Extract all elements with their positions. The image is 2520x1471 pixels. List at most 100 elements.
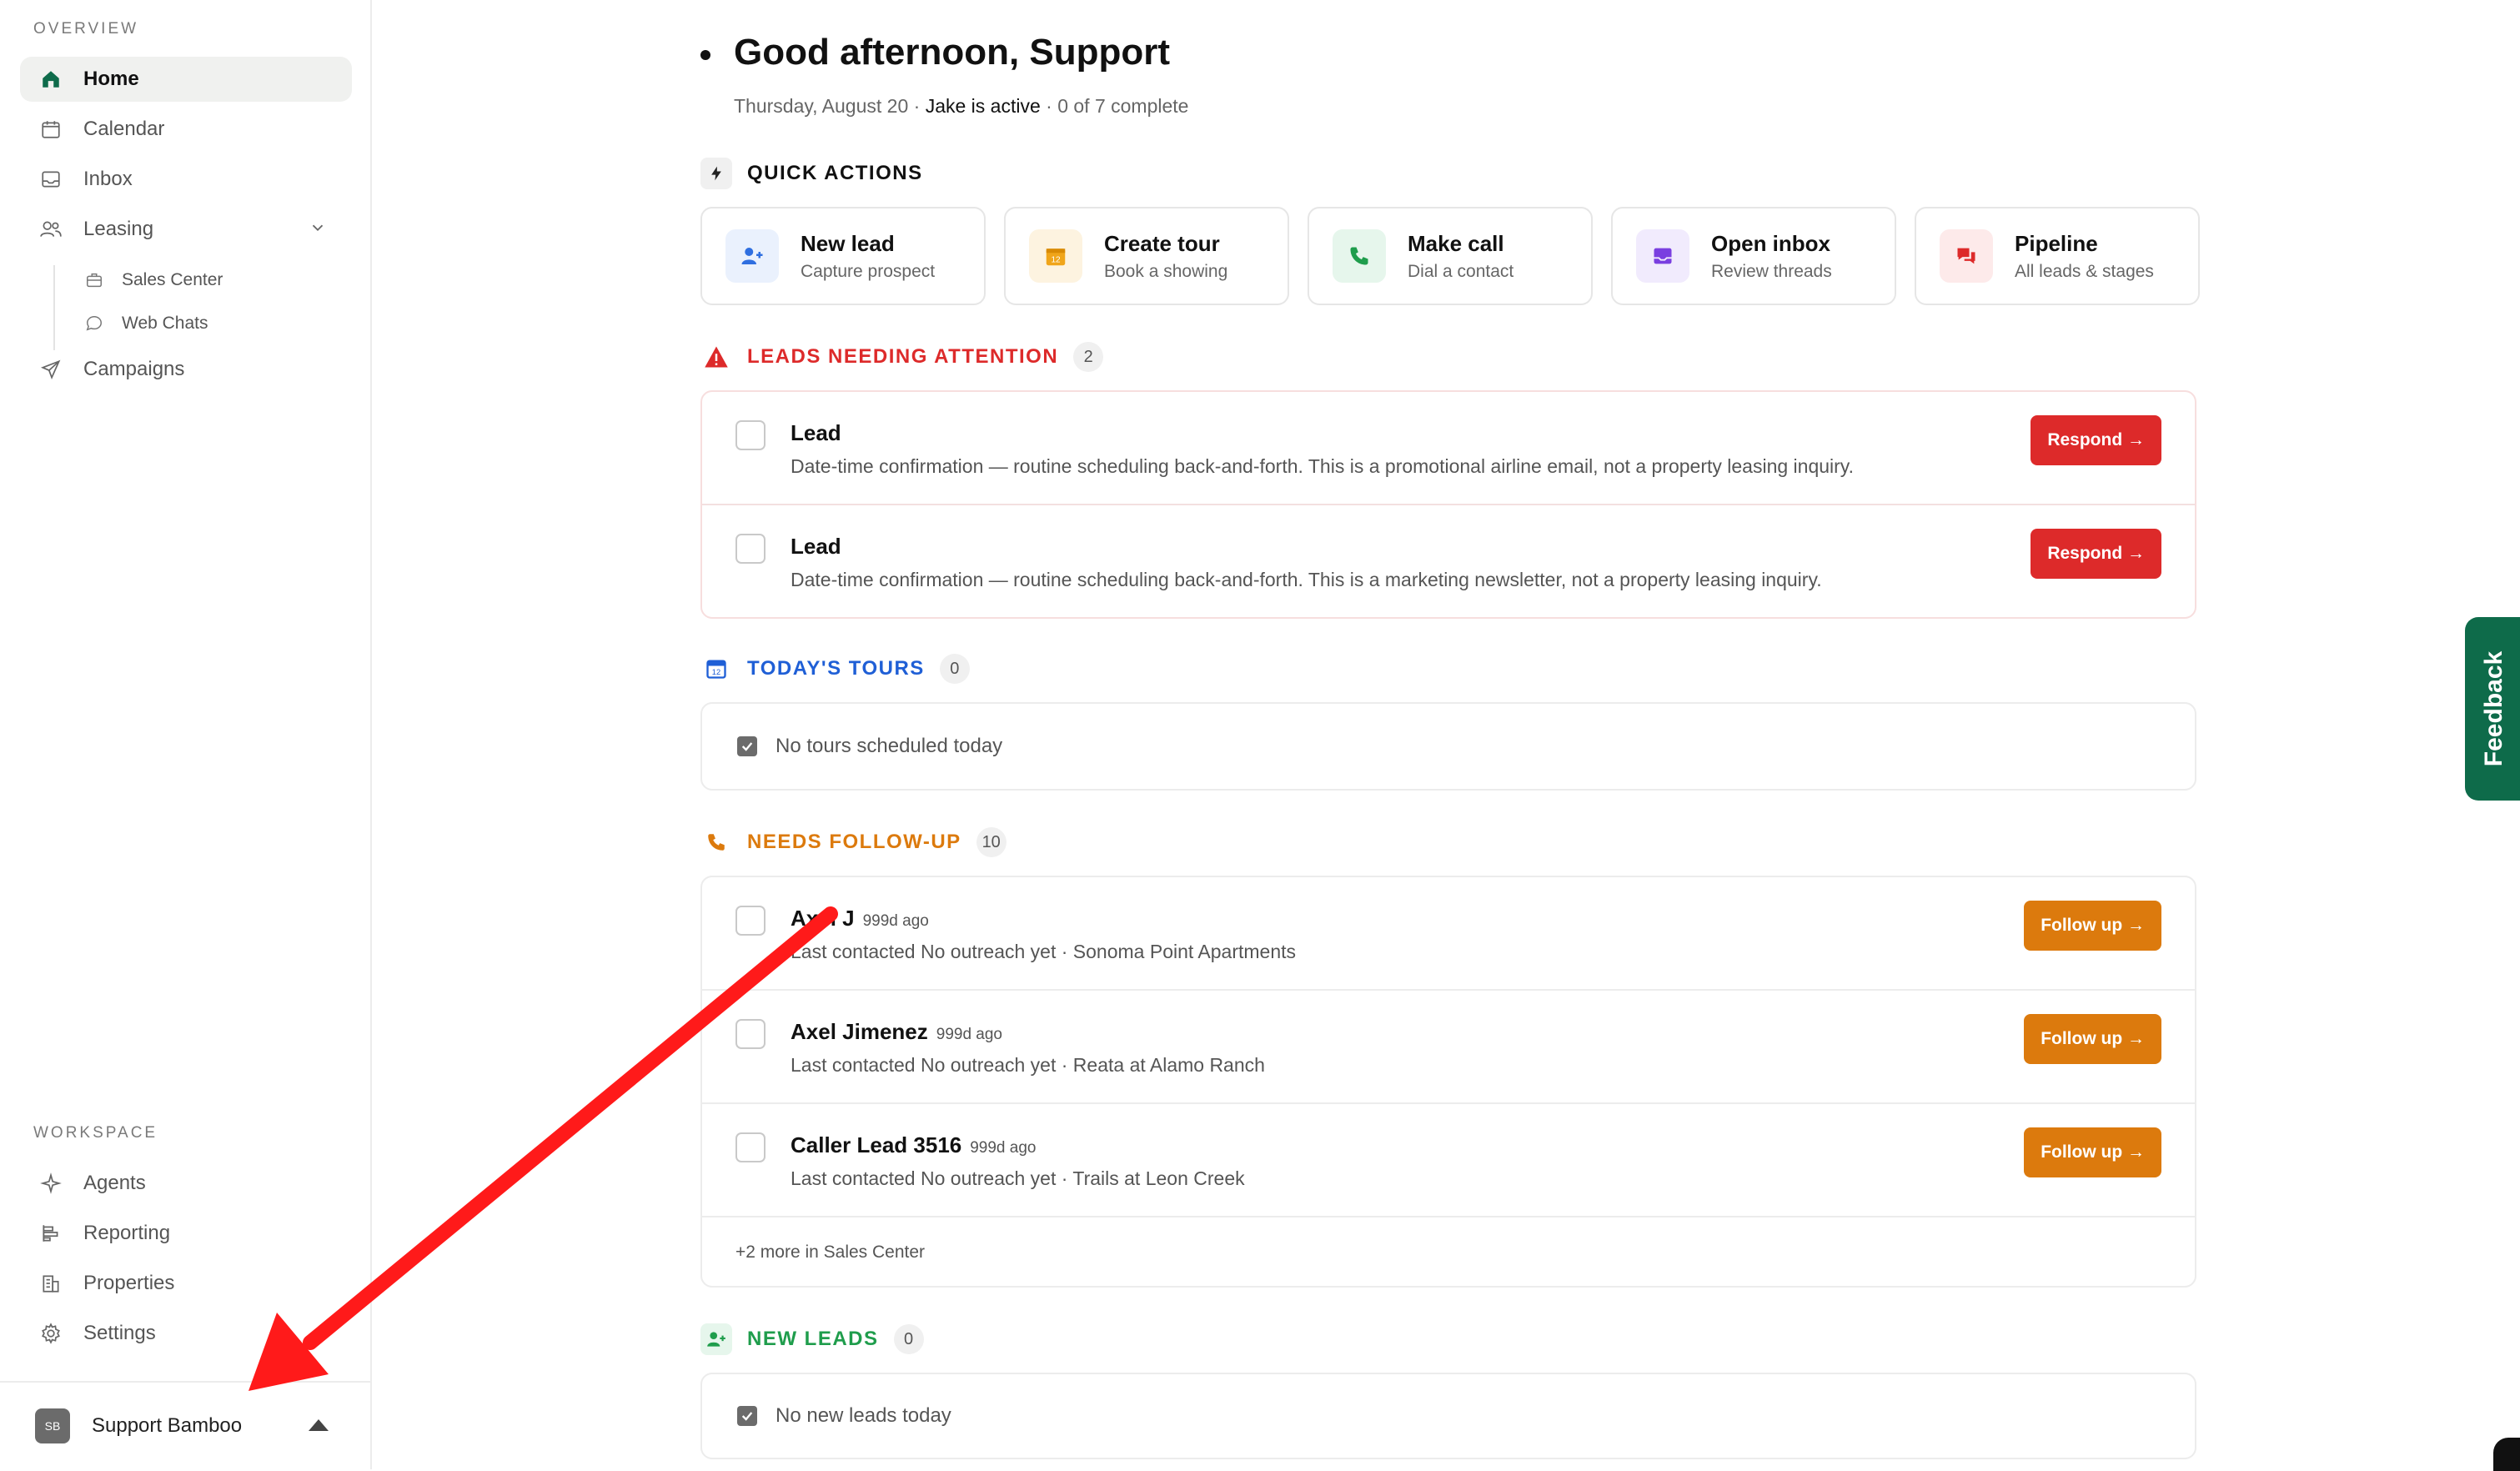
- follow-up-button[interactable]: Follow up →: [2024, 901, 2161, 951]
- last-activity-time: 999d ago: [970, 1139, 1037, 1157]
- new-lead-button[interactable]: New lead Capture prospect: [700, 207, 986, 305]
- chevron-down-icon[interactable]: [309, 218, 327, 243]
- sparkle-icon: [38, 1171, 63, 1196]
- sidebar-item-campaigns[interactable]: Campaigns: [20, 347, 352, 392]
- feedback-tab[interactable]: Feedback: [2465, 617, 2520, 801]
- sidebar-item-label: Properties: [83, 1272, 175, 1294]
- count-badge: 0: [939, 654, 970, 684]
- lead-description: Last contacted No outreach yet · Trails …: [791, 1167, 1245, 1189]
- user-account-menu[interactable]: SB Support Bamboo: [0, 1381, 370, 1469]
- sidebar-item-leasing[interactable]: Leasing: [20, 207, 352, 252]
- sidebar-item-inbox[interactable]: Inbox: [20, 157, 352, 202]
- sidebar-item-label: Leasing: [83, 218, 154, 240]
- svg-text:12: 12: [712, 668, 720, 676]
- row-checkbox[interactable]: [735, 1019, 766, 1049]
- gear-icon: [38, 1321, 63, 1346]
- sidebar: OVERVIEW Home Calendar Inbox Leasing Sal…: [0, 0, 372, 1469]
- new-leads-header: NEW LEADS 0: [700, 1323, 924, 1356]
- lead-name: Lead: [791, 420, 841, 445]
- row-checkbox[interactable]: [735, 906, 766, 936]
- sidebar-item-agents[interactable]: Agents: [20, 1161, 352, 1206]
- sidebar-item-label: Settings: [83, 1322, 156, 1344]
- page-title: Good afternoon, Support: [734, 32, 1171, 73]
- row-checkbox[interactable]: [735, 534, 766, 564]
- lightning-icon: [700, 158, 732, 189]
- calendar-icon: [38, 117, 63, 142]
- quick-action-subtitle: All leads & stages: [2015, 261, 2154, 281]
- sidebar-item-label: Inbox: [83, 168, 133, 190]
- last-activity-time: 999d ago: [862, 912, 929, 930]
- section-title: QUICK ACTIONS: [747, 162, 923, 184]
- sidebar-subitem-web-chats[interactable]: Web Chats: [83, 305, 208, 342]
- section-title: TODAY'S TOURS: [747, 657, 925, 680]
- quick-action-title: Make call: [1408, 230, 1504, 256]
- new-leads-list: No new leads today: [700, 1373, 2196, 1459]
- quick-action-title: New lead: [801, 230, 895, 256]
- section-title: NEW LEADS: [747, 1328, 879, 1350]
- lead-description: Date-time confirmation — routine schedul…: [791, 455, 1854, 477]
- sidebar-item-label: Reporting: [83, 1222, 171, 1244]
- sidebar-subitem-sales-center[interactable]: Sales Center: [83, 262, 223, 299]
- count-badge: 0: [893, 1324, 924, 1354]
- empty-state: No tours scheduled today: [702, 704, 2195, 789]
- sidebar-item-reporting[interactable]: Reporting: [20, 1211, 352, 1256]
- sidebar-item-label: Home: [83, 68, 139, 90]
- phone-icon: [1333, 229, 1386, 283]
- sidebar-item-label: Agents: [83, 1172, 146, 1194]
- follow-up-button[interactable]: Follow up →: [2024, 1127, 2161, 1177]
- calendar-icon: 12: [700, 653, 732, 685]
- avatar: SB: [35, 1408, 70, 1443]
- section-title: NEEDS FOLLOW-UP: [747, 831, 961, 853]
- lead-name-text: Axel J: [791, 906, 855, 931]
- corner-widget[interactable]: [2493, 1438, 2520, 1471]
- attention-header: LEADS NEEDING ATTENTION 2: [700, 340, 1104, 374]
- sidebar-item-label: Campaigns: [83, 358, 185, 380]
- followup-header: NEEDS FOLLOW-UP 10: [700, 826, 1006, 859]
- bullet-dot: [700, 50, 710, 60]
- sidebar-item-label: Calendar: [83, 118, 165, 140]
- last-activity-time: 999d ago: [936, 1026, 1002, 1043]
- submenu-guide-line: [53, 265, 55, 350]
- quick-action-subtitle: Dial a contact: [1408, 261, 1514, 281]
- checkbox-checked-icon: [737, 736, 757, 756]
- lead-description: Last contacted No outreach yet · Reata a…: [791, 1054, 1265, 1076]
- create-tour-button[interactable]: 12 Create tour Book a showing: [1004, 207, 1289, 305]
- open-inbox-button[interactable]: Open inbox Review threads: [1611, 207, 1896, 305]
- respond-button[interactable]: Respond →: [2031, 415, 2161, 465]
- user-name: Support Bamboo: [92, 1414, 243, 1437]
- pipeline-button[interactable]: Pipeline All leads & stages: [1915, 207, 2200, 305]
- lead-description: Last contacted No outreach yet · Sonoma …: [791, 941, 1297, 962]
- follow-up-button[interactable]: Follow up →: [2024, 1014, 2161, 1064]
- count-badge: 2: [1073, 342, 1104, 372]
- feedback-label: Feedback: [2480, 650, 2507, 767]
- bar-chart-icon: [38, 1221, 63, 1246]
- row-checkbox[interactable]: [735, 420, 766, 450]
- sidebar-item-settings[interactable]: Settings: [20, 1311, 352, 1356]
- section-title: LEADS NEEDING ATTENTION: [747, 345, 1059, 368]
- lead-name: Axel Jimenez 999d ago: [791, 1019, 1002, 1045]
- add-user-icon: [725, 229, 779, 283]
- row-checkbox[interactable]: [735, 1132, 766, 1162]
- workspace-section-label: WORKSPACE: [33, 1124, 158, 1142]
- sidebar-item-calendar[interactable]: Calendar: [20, 107, 352, 152]
- quick-action-subtitle: Review threads: [1711, 261, 1832, 281]
- attention-list: Lead Date-time confirmation — routine sc…: [700, 390, 2196, 619]
- tours-list: No tours scheduled today: [700, 702, 2196, 791]
- make-call-button[interactable]: Make call Dial a contact: [1308, 207, 1593, 305]
- more-link[interactable]: +2 more in Sales Center: [702, 1217, 2195, 1288]
- lead-name-text: Axel Jimenez: [791, 1019, 928, 1044]
- active-agent-text: Jake is active: [925, 95, 1041, 117]
- progress-text: · 0 of 7 complete: [1040, 95, 1189, 117]
- table-row: Lead Date-time confirmation — routine sc…: [702, 505, 2195, 619]
- sidebar-item-home[interactable]: Home: [20, 57, 352, 102]
- caret-up-icon[interactable]: [309, 1419, 329, 1431]
- table-row: Axel J 999d ago Last contacted No outreac…: [702, 877, 2195, 991]
- svg-text:12: 12: [1051, 256, 1061, 265]
- calendar-icon: 12: [1029, 229, 1082, 283]
- sidebar-item-properties[interactable]: Properties: [20, 1261, 352, 1306]
- tours-header: 12 TODAY'S TOURS 0: [700, 652, 970, 685]
- respond-button[interactable]: Respond →: [2031, 529, 2161, 579]
- lead-name: Lead: [791, 534, 841, 559]
- checkbox-checked-icon: [737, 1406, 757, 1426]
- quick-action-subtitle: Capture prospect: [801, 261, 936, 281]
